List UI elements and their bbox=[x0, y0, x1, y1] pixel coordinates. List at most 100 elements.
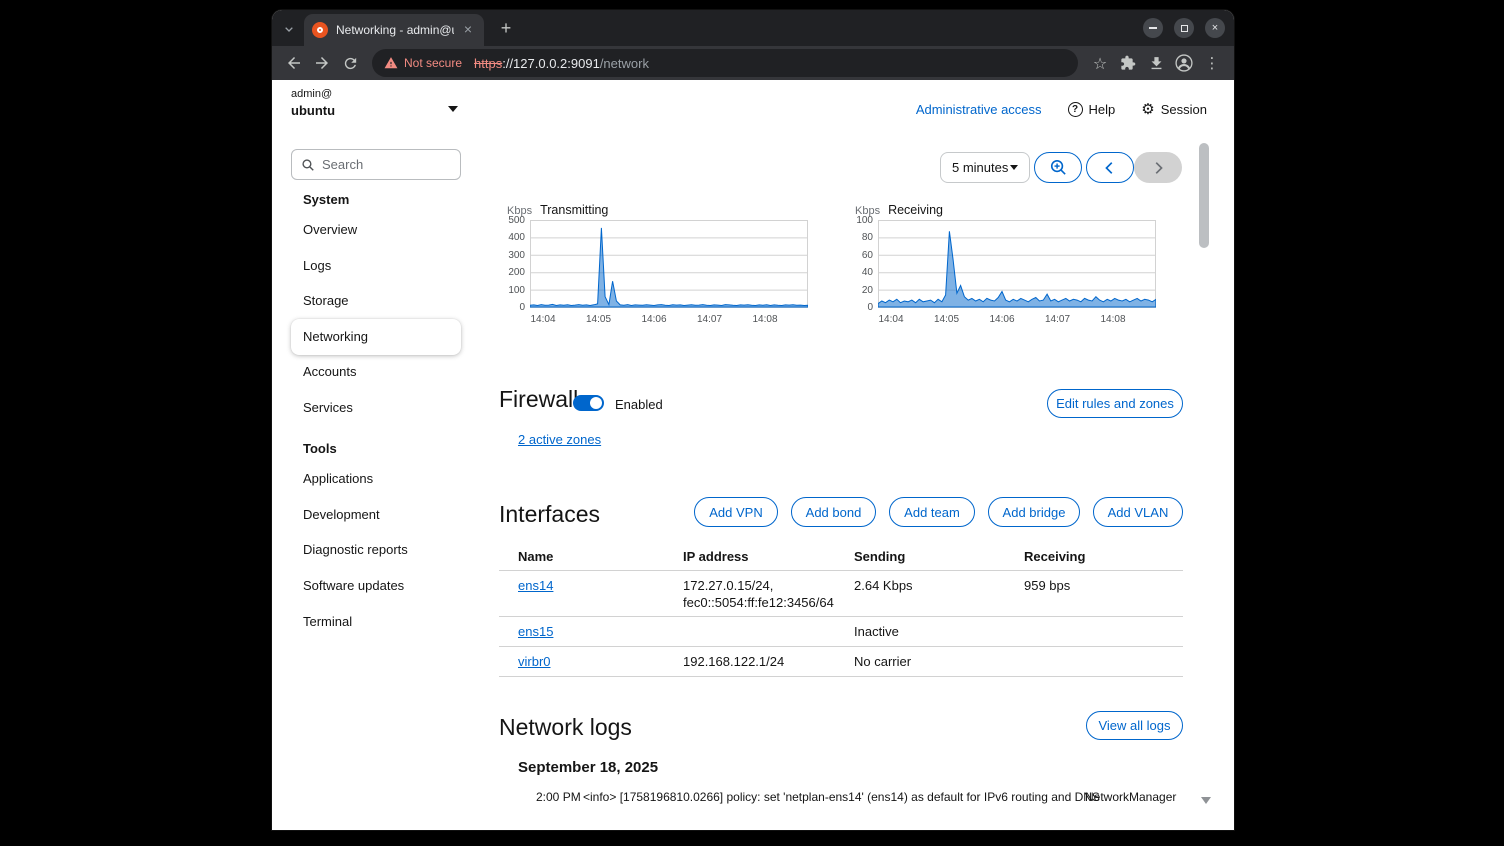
scrollbar-thumb[interactable] bbox=[1199, 143, 1209, 248]
maximize-icon bbox=[1180, 24, 1188, 32]
tab-search-button[interactable] bbox=[278, 18, 300, 40]
sidebar-item-overview[interactable]: Overview bbox=[291, 212, 461, 248]
logs-date-heading: September 18, 2025 bbox=[518, 759, 659, 776]
profile-button[interactable] bbox=[1171, 50, 1197, 76]
tab-strip: Networking - admin@ub × + × bbox=[272, 10, 1234, 46]
download-icon bbox=[1151, 56, 1161, 69]
y-axis-tick-label: 400 bbox=[508, 232, 525, 244]
help-button[interactable]: ? Help bbox=[1067, 101, 1115, 117]
receiving-value: 959 bps bbox=[1024, 578, 1071, 593]
time-range-select[interactable]: 5 minutes bbox=[940, 152, 1030, 183]
active-zones-link[interactable]: 2 active zones bbox=[518, 432, 601, 447]
x-axis-tick-label: 14:07 bbox=[696, 314, 723, 325]
url-scheme: https bbox=[474, 55, 503, 71]
session-button[interactable]: ⚙ Session bbox=[1141, 100, 1207, 118]
tab-title: Networking - admin@ub bbox=[336, 23, 454, 37]
bookmark-button[interactable]: ☆ bbox=[1087, 50, 1113, 76]
interfaces-table: Name IP address Sending Receiving ens14 … bbox=[499, 545, 1183, 677]
y-axis-tick-label: 100 bbox=[856, 215, 873, 226]
sidebar-item-networking[interactable]: Networking bbox=[291, 319, 461, 355]
forward-button[interactable] bbox=[309, 50, 335, 76]
security-state-label[interactable]: Not secure bbox=[404, 56, 462, 70]
back-button[interactable] bbox=[281, 50, 307, 76]
tab-close-icon[interactable]: × bbox=[460, 22, 476, 38]
x-axis-tick-label: 14:05 bbox=[585, 314, 612, 325]
minimize-button[interactable] bbox=[1143, 18, 1163, 38]
interfaces-heading: Interfaces bbox=[499, 501, 600, 527]
caret-down-icon bbox=[1010, 165, 1018, 170]
view-all-logs-button[interactable]: View all logs bbox=[1086, 711, 1183, 740]
ip-address: fec0::5054:ff:fe12:3456/64 bbox=[683, 595, 834, 610]
sidebar-item-storage[interactable]: Storage bbox=[291, 283, 461, 319]
add-bond-button[interactable]: Add bond bbox=[791, 497, 876, 527]
network-logs-heading: Network logs bbox=[499, 714, 632, 740]
history-back-button[interactable] bbox=[1086, 152, 1134, 183]
ip-address: 172.27.0.15/24, bbox=[683, 578, 774, 593]
host-switcher[interactable]: admin@ ubuntu bbox=[291, 88, 481, 128]
interface-link-virbr0[interactable]: virbr0 bbox=[518, 654, 551, 669]
sending-value: No carrier bbox=[854, 654, 912, 669]
reload-button[interactable] bbox=[337, 50, 363, 76]
scroll-down-icon[interactable] bbox=[1201, 797, 1211, 804]
close-button[interactable]: × bbox=[1205, 18, 1225, 38]
back-arrow-icon bbox=[288, 57, 300, 69]
add-team-button[interactable]: Add team bbox=[889, 497, 975, 527]
sidebar-item-diagnostic-reports[interactable]: Diagnostic reports bbox=[291, 532, 461, 568]
zoom-in-button[interactable] bbox=[1034, 152, 1082, 183]
administrative-access-link[interactable]: Administrative access bbox=[916, 102, 1042, 117]
address-bar[interactable]: Not secure https://127.0.0.2:9091/networ… bbox=[372, 49, 1078, 77]
y-axis-tick-label: 40 bbox=[861, 267, 873, 279]
star-icon: ☆ bbox=[1092, 53, 1108, 73]
sidebar-item-software-updates[interactable]: Software updates bbox=[291, 568, 461, 604]
sidebar-item-accounts[interactable]: Accounts bbox=[291, 354, 461, 390]
url-text: https://127.0.0.2:9091/network bbox=[474, 56, 649, 71]
x-axis-tick-label: 14:04 bbox=[878, 314, 904, 325]
ip-address: 192.168.122.1/24 bbox=[683, 654, 785, 669]
sidebar-search bbox=[291, 149, 461, 180]
table-row: ens14 172.27.0.15/24, fec0::5054:ff:fe12… bbox=[499, 571, 1183, 617]
history-forward-button[interactable] bbox=[1134, 152, 1182, 183]
y-axis-tick-label: 20 bbox=[861, 284, 873, 296]
maximize-button[interactable] bbox=[1174, 18, 1194, 38]
search-input[interactable] bbox=[322, 157, 451, 172]
x-axis-tick-label: 14:07 bbox=[1044, 314, 1071, 325]
sidebar-item-logs[interactable]: Logs bbox=[291, 248, 461, 284]
user-label: admin@ bbox=[291, 88, 333, 100]
interface-link-ens14[interactable]: ens14 bbox=[518, 578, 553, 593]
chart-canvas bbox=[877, 220, 1157, 308]
chart-title: Transmitting bbox=[540, 203, 609, 217]
y-axis-tick-label: 60 bbox=[861, 249, 873, 261]
session-label: Session bbox=[1160, 101, 1207, 117]
edit-rules-button[interactable]: Edit rules and zones bbox=[1047, 389, 1183, 418]
forward-arrow-icon bbox=[316, 57, 328, 69]
sending-value: 2.64 Kbps bbox=[854, 578, 913, 593]
extensions-button[interactable] bbox=[1115, 50, 1141, 76]
help-icon: ? bbox=[1067, 101, 1083, 117]
add-vlan-button[interactable]: Add VLAN bbox=[1093, 497, 1183, 527]
menu-button[interactable]: ⋮ bbox=[1199, 50, 1225, 76]
window-controls: × bbox=[1143, 18, 1225, 38]
transmitting-chart: Kbps Transmitting 500 400 300 200 100 0 14:04 14… bbox=[507, 202, 812, 328]
x-axis-tick-label: 14:04 bbox=[530, 314, 556, 325]
new-tab-button[interactable]: + bbox=[494, 16, 518, 40]
y-axis-tick-label: 200 bbox=[508, 267, 525, 279]
x-axis-tick-label: 14:08 bbox=[752, 314, 778, 325]
y-axis-tick-label: 500 bbox=[508, 215, 525, 226]
x-axis-tick-label: 14:06 bbox=[989, 314, 1015, 325]
sidebar-item-development[interactable]: Development bbox=[291, 497, 461, 533]
sidebar-item-applications[interactable]: Applications bbox=[291, 461, 461, 497]
masthead-utilities: Administrative access ? Help ⚙ Session bbox=[916, 100, 1207, 118]
toggle-knob bbox=[590, 397, 602, 409]
y-axis-tick-label: 300 bbox=[508, 249, 525, 261]
browser-tab[interactable]: Networking - admin@ub × bbox=[304, 14, 484, 46]
interface-link-ens15[interactable]: ens15 bbox=[518, 624, 553, 639]
add-bridge-button[interactable]: Add bridge bbox=[988, 497, 1080, 527]
cockpit-app: admin@ ubuntu Administrative access ? He… bbox=[272, 80, 1234, 830]
sidebar-item-terminal[interactable]: Terminal bbox=[291, 604, 461, 640]
downloads-button[interactable] bbox=[1143, 50, 1169, 76]
firewall-toggle[interactable] bbox=[573, 395, 604, 411]
add-vpn-button[interactable]: Add VPN bbox=[694, 497, 778, 527]
log-entry[interactable]: 2:00 PM <info> [1758196810.0266] policy:… bbox=[518, 790, 1183, 810]
sidebar-item-services[interactable]: Services bbox=[291, 390, 461, 426]
chart-title: Receiving bbox=[888, 203, 943, 217]
